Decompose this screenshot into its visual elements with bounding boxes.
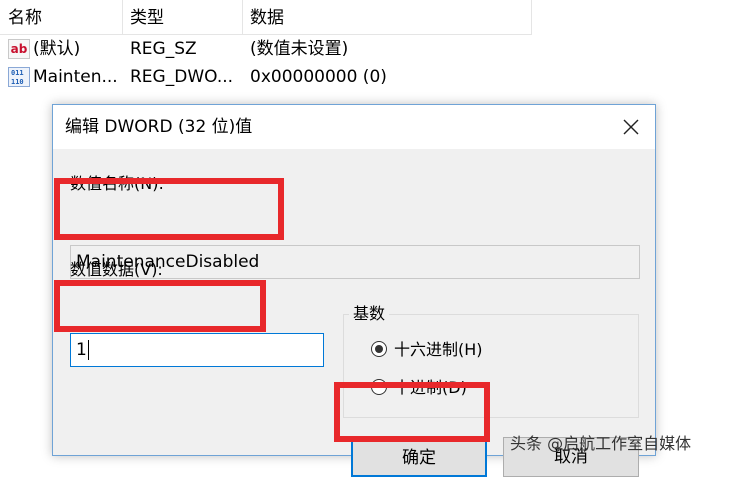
string-value-icon: ab (8, 39, 30, 59)
value-data-cell: 0x00000000 (0) (250, 67, 387, 87)
column-divider[interactable] (531, 0, 532, 34)
dialog-body: 数值名称(N): MaintenanceDisabled 数值数据(V): 1 … (53, 149, 655, 477)
value-type-cell: REG_SZ (130, 39, 197, 59)
value-name-label: 数值名称(N): (70, 174, 164, 193)
value-data-cell: (数值未设置) (250, 39, 349, 59)
registry-row[interactable]: 011 110 Mainten... REG_DWO... 0x00000000… (0, 63, 532, 91)
base-groupbox (343, 314, 639, 418)
value-data-label: 数值数据(V): (70, 260, 163, 279)
value-data-input[interactable]: 1 (70, 333, 324, 367)
radio-decimal-label: 十进制(D) (394, 378, 467, 397)
svg-text:110: 110 (11, 78, 24, 86)
radio-dot-icon (375, 345, 383, 353)
text-caret (87, 340, 89, 360)
close-icon[interactable] (621, 117, 641, 137)
column-header-type[interactable]: 类型 (122, 0, 242, 34)
value-type-cell: REG_DWO... (130, 67, 234, 87)
base-group-title: 基数 (349, 303, 390, 325)
radio-button-unchecked[interactable] (371, 379, 387, 395)
value-data-text: 1 (76, 340, 87, 360)
dialog-title: 编辑 DWORD (32 位)值 (65, 117, 253, 137)
column-header-data[interactable]: 数据 (242, 0, 530, 34)
registry-row[interactable]: ab (默认) REG_SZ (数值未设置) (0, 35, 532, 63)
value-name-cell: Mainten... (33, 67, 118, 87)
svg-text:011: 011 (11, 69, 24, 77)
value-name-cell: (默认) (33, 39, 81, 59)
edit-dword-dialog: 编辑 DWORD (32 位)值 数值名称(N): MaintenanceDis… (52, 104, 656, 477)
watermark-text: 头条 @启航工作室自媒体 (510, 434, 692, 453)
radio-hexadecimal-label: 十六进制(H) (394, 340, 483, 359)
registry-list-header: 名称 类型 数据 (0, 0, 532, 35)
radio-decimal[interactable]: 十进制(D) (371, 377, 521, 399)
ok-button[interactable]: 确定 (351, 437, 487, 477)
radio-hexadecimal[interactable]: 十六进制(H) (371, 339, 521, 361)
binary-value-icon: 011 110 (8, 67, 30, 87)
radio-button-checked[interactable] (371, 341, 387, 357)
column-header-name[interactable]: 名称 (0, 0, 122, 34)
